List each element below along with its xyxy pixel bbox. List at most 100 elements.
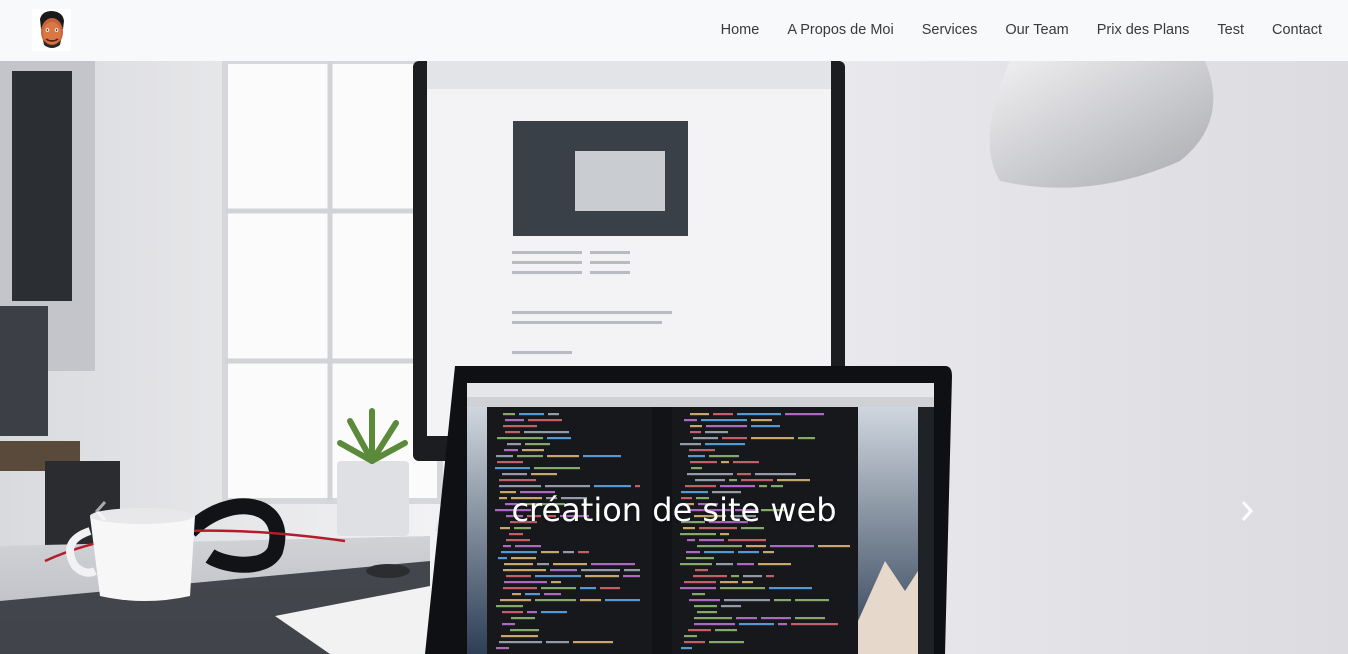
code-line-decoration (504, 581, 547, 584)
code-line-decoration (546, 641, 569, 644)
code-line-decoration (692, 593, 705, 596)
nav-link-services[interactable]: Services (908, 0, 992, 61)
code-line-decoration (580, 599, 601, 602)
code-line-decoration (743, 575, 762, 578)
code-line-decoration (684, 635, 697, 638)
code-line-decoration (503, 569, 546, 572)
code-line-decoration (544, 593, 561, 596)
nav-link-a-propos[interactable]: A Propos de Moi (773, 0, 907, 61)
code-line-decoration (742, 581, 753, 584)
code-line-decoration (724, 599, 770, 602)
code-line-decoration (687, 473, 733, 476)
code-line-decoration (507, 443, 521, 446)
code-line-decoration (519, 413, 544, 416)
code-line-decoration (818, 545, 850, 548)
code-line-decoration (686, 551, 700, 554)
code-line-decoration (706, 425, 747, 428)
code-line-decoration (684, 419, 697, 422)
code-line-decoration (795, 617, 825, 620)
code-line-decoration (778, 623, 787, 626)
code-line-decoration (688, 455, 705, 458)
code-line-decoration (503, 545, 511, 548)
nav-link-test[interactable]: Test (1203, 0, 1258, 61)
code-line-decoration (499, 641, 542, 644)
nav-link-our-team[interactable]: Our Team (991, 0, 1082, 61)
code-line-decoration (715, 629, 737, 632)
code-line-decoration (738, 551, 759, 554)
code-line-decoration (550, 569, 577, 572)
code-line-decoration (701, 419, 747, 422)
code-line-decoration (535, 599, 576, 602)
code-line-decoration (680, 587, 716, 590)
code-line-decoration (686, 557, 714, 560)
code-line-decoration (585, 575, 619, 578)
code-line-decoration (746, 545, 766, 548)
code-line-decoration (600, 587, 620, 590)
code-line-decoration (504, 449, 518, 452)
code-line-decoration (693, 437, 718, 440)
code-line-decoration (502, 473, 527, 476)
code-line-decoration (511, 557, 536, 560)
code-line-decoration (694, 605, 717, 608)
nav-link-prix-des-plans[interactable]: Prix des Plans (1083, 0, 1204, 61)
code-line-decoration (759, 485, 767, 488)
code-line-decoration (741, 479, 773, 482)
code-line-decoration (689, 449, 715, 452)
code-line-decoration (695, 569, 708, 572)
brand-logo[interactable] (32, 9, 71, 51)
code-line-decoration (534, 467, 580, 470)
slide-caption: création de site web (511, 491, 837, 529)
nav-links: Home A Propos de Moi Services Our Team P… (707, 0, 1322, 61)
code-line-decoration (688, 629, 711, 632)
code-line-decoration (687, 539, 695, 542)
code-line-decoration (733, 461, 759, 464)
code-line-decoration (537, 563, 549, 566)
code-line-decoration (500, 599, 531, 602)
code-line-decoration (684, 641, 705, 644)
code-line-decoration (785, 413, 824, 416)
code-line-decoration (690, 413, 709, 416)
code-line-decoration (737, 413, 781, 416)
nav-link-home[interactable]: Home (707, 0, 774, 61)
code-line-decoration (721, 461, 729, 464)
code-line-decoration (517, 455, 543, 458)
code-line-decoration (695, 479, 725, 482)
code-line-decoration (623, 575, 640, 578)
code-line-decoration (705, 431, 728, 434)
code-line-decoration (720, 587, 765, 590)
code-line-decoration (505, 419, 524, 422)
code-line-decoration (541, 587, 576, 590)
code-line-decoration (755, 473, 796, 476)
carousel-prev-button[interactable] (86, 491, 116, 531)
code-line-decoration (771, 485, 783, 488)
chevron-left-icon (94, 501, 107, 521)
code-line-decoration (690, 431, 701, 434)
nav-link-contact[interactable]: Contact (1258, 0, 1322, 61)
code-line-decoration (509, 533, 523, 536)
code-line-decoration (502, 623, 515, 626)
chevron-right-icon (1241, 501, 1254, 521)
code-line-decoration (709, 641, 744, 644)
code-line-decoration (578, 551, 589, 554)
code-line-decoration (690, 425, 702, 428)
code-line-decoration (503, 587, 537, 590)
code-line-decoration (761, 617, 791, 620)
code-line-decoration (581, 569, 620, 572)
code-line-decoration (751, 425, 780, 428)
code-line-decoration (501, 551, 537, 554)
code-line-decoration (737, 563, 754, 566)
code-line-decoration (774, 599, 791, 602)
code-line-decoration (705, 443, 745, 446)
code-line-decoration (721, 605, 741, 608)
code-line-decoration (503, 413, 515, 416)
code-line-decoration (506, 575, 531, 578)
code-line-decoration (563, 551, 574, 554)
code-line-decoration (731, 575, 739, 578)
carousel-next-button[interactable] (1232, 491, 1262, 531)
code-line-decoration (496, 455, 513, 458)
code-line-decoration (583, 455, 621, 458)
code-line-decoration (535, 575, 581, 578)
code-line-decoration (777, 479, 810, 482)
code-line-decoration (502, 611, 523, 614)
code-line-decoration (758, 563, 791, 566)
